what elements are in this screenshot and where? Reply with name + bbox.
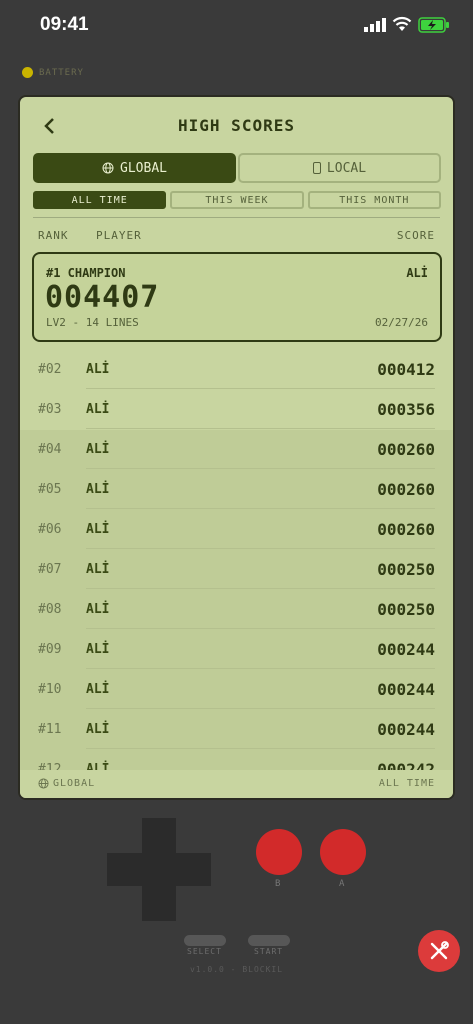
row-rank: #03 [38, 402, 62, 417]
segment-local-label: LOCAL [326, 160, 367, 176]
player-column-header: PLAYER [96, 229, 142, 242]
champion-label: #1 CHAMPION [46, 266, 126, 280]
row-score: 000250 [377, 560, 435, 579]
row-score: 000244 [377, 640, 435, 659]
row-player: ALİ [86, 642, 110, 657]
tab-all-time[interactable]: ALL TIME [33, 191, 167, 209]
wifi-icon [392, 16, 412, 31]
row-score: 000260 [377, 520, 435, 539]
score-list[interactable]: #02 ALİ 000412 #03 ALİ 000356 #04 ALİ 000260 #… [20, 349, 453, 789]
row-score: 000412 [377, 360, 435, 379]
score-row[interactable]: #03 ALİ 000356 [20, 389, 453, 429]
status-bar: 09:41 [0, 0, 473, 52]
score-row[interactable]: #09 ALİ 000244 [20, 629, 453, 669]
row-player: ALİ [86, 442, 110, 457]
row-score: 000260 [377, 440, 435, 459]
dpad-horizontal[interactable] [107, 853, 211, 886]
champion-card[interactable]: #1 CHAMPION ALİ 004407 LV2 - 14 LINES 02… [32, 252, 442, 342]
row-rank: #11 [38, 722, 62, 737]
champion-score: 004407 [45, 280, 160, 315]
champion-date: 02/27/26 [375, 316, 428, 329]
row-rank: #05 [38, 482, 62, 497]
row-player: ALİ [86, 402, 110, 417]
battery-led-icon [22, 67, 33, 78]
row-rank: #04 [38, 442, 62, 457]
row-score: 000244 [377, 720, 435, 739]
footer-scope-label: GLOBAL [53, 778, 96, 789]
segment-global[interactable]: GLOBAL [33, 153, 236, 183]
b-button-label: B [275, 879, 281, 889]
start-button[interactable] [248, 935, 290, 946]
score-row[interactable]: #05 ALİ 000260 [20, 469, 453, 509]
battery-charging-icon [418, 17, 449, 33]
row-score: 000260 [377, 480, 435, 499]
segment-global-label: GLOBAL [120, 160, 167, 176]
cellular-signal-icon [364, 18, 386, 32]
time-range-tabs: ALL TIME THIS WEEK THIS MONTH [33, 191, 441, 209]
tab-this-week[interactable]: THIS WEEK [170, 191, 304, 209]
score-row[interactable]: #07 ALİ 000250 [20, 549, 453, 589]
row-score: 000250 [377, 600, 435, 619]
segment-local[interactable]: LOCAL [238, 153, 441, 183]
row-player: ALİ [86, 522, 110, 537]
row-player: ALİ [86, 682, 110, 697]
globe-icon [102, 162, 114, 174]
score-row[interactable]: #04 ALİ 000260 [20, 429, 453, 469]
row-rank: #07 [38, 562, 62, 577]
row-player: ALİ [86, 722, 110, 737]
start-label: START [254, 947, 284, 956]
b-button[interactable] [256, 829, 302, 875]
score-row[interactable]: #08 ALİ 000250 [20, 589, 453, 629]
score-row[interactable]: #02 ALİ 000412 [20, 349, 453, 389]
row-rank: #08 [38, 602, 62, 617]
header: HIGH SCORES [20, 97, 453, 153]
select-label: SELECT [187, 947, 222, 956]
row-player: ALİ [86, 362, 110, 377]
rank-column-header: RANK [38, 229, 69, 242]
scope-segmented-control: GLOBAL LOCAL [33, 153, 441, 183]
row-player: ALİ [86, 482, 110, 497]
score-row[interactable]: #06 ALİ 000260 [20, 509, 453, 549]
row-rank: #10 [38, 682, 62, 697]
row-rank: #09 [38, 642, 62, 657]
divider [33, 217, 440, 218]
screen-footer: GLOBAL ALL TIME [20, 770, 453, 798]
tab-this-month[interactable]: THIS MONTH [307, 191, 441, 209]
page-title: HIGH SCORES [178, 116, 295, 135]
row-score: 000356 [377, 400, 435, 419]
status-time: 09:41 [40, 14, 89, 35]
wrench-screwdriver-icon [430, 941, 449, 960]
row-player: ALİ [86, 602, 110, 617]
game-screen: HIGH SCORES GLOBAL LOCAL ALL TIME THIS W… [18, 95, 455, 800]
battery-label: BATTERY [39, 67, 84, 78]
score-row[interactable]: #11 ALİ 000244 [20, 709, 453, 749]
row-rank: #06 [38, 522, 62, 537]
score-column-header: SCORE [396, 229, 435, 242]
row-score: 000244 [377, 680, 435, 699]
phone-icon [312, 162, 321, 174]
globe-icon [38, 778, 49, 789]
tools-button[interactable] [418, 930, 460, 972]
a-button-label: A [339, 879, 345, 889]
battery-indicator: BATTERY [22, 67, 84, 78]
row-player: ALİ [86, 562, 110, 577]
score-row[interactable]: #10 ALİ 000244 [20, 669, 453, 709]
footer-range-label: ALL TIME [378, 778, 435, 789]
champion-meta: LV2 - 14 LINES [46, 316, 139, 329]
row-rank: #02 [38, 362, 62, 377]
version-label: v1.0.0 - BLOCKIL [189, 965, 284, 974]
footer-scope: GLOBAL [38, 778, 95, 789]
select-button[interactable] [184, 935, 226, 946]
a-button[interactable] [320, 829, 366, 875]
champion-player: ALİ [406, 266, 428, 280]
